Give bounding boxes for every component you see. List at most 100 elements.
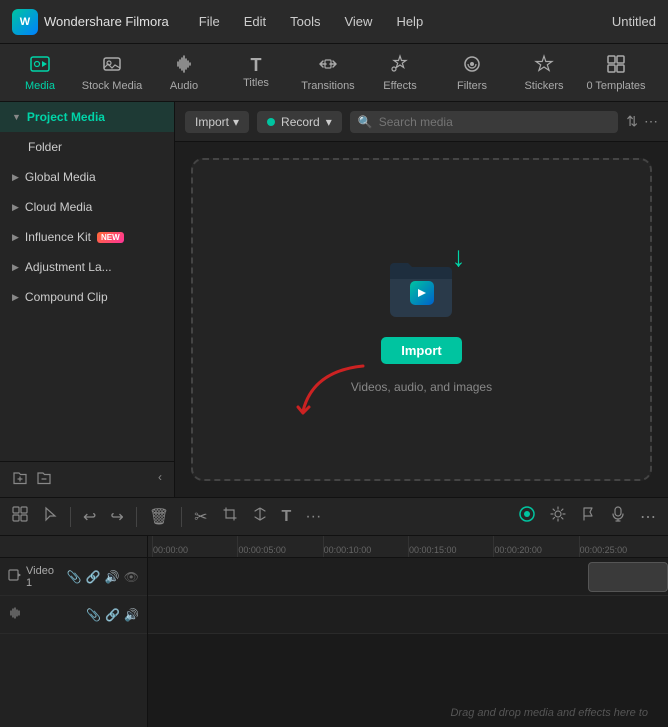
sidebar-global-media-label: Global Media — [25, 170, 96, 184]
import-button[interactable]: Import ▾ — [185, 111, 249, 133]
tl-separator-2 — [136, 507, 137, 527]
drop-zone-import-button[interactable]: Import — [381, 337, 461, 364]
sidebar-item-project-media[interactable]: ▼ Project Media — [0, 102, 174, 132]
motion-icon[interactable] — [514, 501, 540, 532]
app-name: Wondershare Filmora — [44, 14, 169, 29]
search-input[interactable] — [379, 115, 611, 129]
sidebar-item-adjustment[interactable]: ▶ Adjustment La... — [0, 252, 174, 282]
record-chevron-icon: ▾ — [326, 115, 332, 129]
menu-tools[interactable]: Tools — [280, 10, 330, 33]
effects-icon — [390, 54, 410, 77]
sidebar-item-folder[interactable]: Folder — [0, 132, 174, 162]
sidebar-influence-kit-label: Influence Kit — [25, 230, 91, 244]
record-dot-icon — [267, 118, 275, 126]
compound-clip-chevron: ▶ — [12, 292, 19, 303]
timeline-drop-hint: Drag and drop media and effects here to — [450, 707, 648, 719]
toolbar-titles[interactable]: T Titles — [220, 48, 292, 98]
arrow-indicator — [293, 361, 373, 424]
record-label: Record — [281, 115, 320, 129]
redo-icon[interactable]: ↪ — [106, 503, 127, 531]
sidebar-compound-clip-label: Compound Clip — [25, 290, 108, 304]
toolbar-stock-media[interactable]: Stock Media — [76, 48, 148, 98]
video-audio-icon[interactable]: 🔊 — [105, 570, 120, 584]
toolbar-filters[interactable]: Filters — [436, 48, 508, 98]
timeline-ruler: 00:00:00 00:00:05:00 00:00:10:00 00:00:1… — [148, 536, 668, 558]
video-track-icon — [8, 568, 22, 585]
logo-icon: W — [12, 9, 38, 35]
remove-folder-icon[interactable] — [36, 470, 52, 489]
sidebar-item-cloud-media[interactable]: ▶ Cloud Media — [0, 192, 174, 222]
project-media-chevron: ▼ — [12, 112, 21, 122]
toolbar-templates-label: 0 Templates — [586, 80, 645, 92]
audio-clip-icon[interactable]: 📎 — [86, 608, 101, 622]
video-link-icon[interactable]: 🔗 — [86, 570, 101, 584]
toolbar-transitions[interactable]: Transitions — [292, 48, 364, 98]
audio-link-icon[interactable]: 🔗 — [105, 608, 120, 622]
import-label: Import — [195, 115, 229, 129]
timeline-grid-icon[interactable] — [8, 502, 32, 531]
import-chevron-icon: ▾ — [233, 115, 239, 129]
toolbar-filters-label: Filters — [457, 80, 487, 92]
audio-mute-icon[interactable]: 🔊 — [124, 608, 139, 622]
delete-icon[interactable]: 🗑 — [145, 503, 173, 531]
ruler-mark-0: 00:00:00 — [152, 536, 237, 557]
menu-bar: File Edit Tools View Help — [189, 10, 612, 33]
main-area: ▼ Project Media Folder ▶ Global Media ▶ … — [0, 102, 668, 497]
content-area: Import ▾ Record ▾ 🔍 ⇅ ⋯ — [175, 102, 668, 497]
video-eye-icon[interactable]: 👁 — [124, 570, 139, 584]
menu-file[interactable]: File — [189, 10, 230, 33]
menu-edit[interactable]: Edit — [234, 10, 276, 33]
search-icon: 🔍 — [358, 115, 373, 129]
video-clip-icon[interactable]: 📎 — [67, 570, 82, 584]
timeline-cursor-icon[interactable] — [38, 502, 62, 531]
sidebar-item-influence-kit[interactable]: ▶ Influence Kit NEW — [0, 222, 174, 252]
download-arrow-icon: ↓ — [452, 241, 466, 273]
split-icon[interactable] — [248, 502, 272, 531]
title-bar: W Wondershare Filmora File Edit Tools Vi… — [0, 0, 668, 44]
timeline-area: ↩ ↪ 🗑 ✂ T ··· — [0, 497, 668, 727]
video-track-header: Video 1 📎 🔗 🔊 👁 — [0, 558, 147, 596]
flag-icon[interactable] — [576, 502, 600, 531]
toolbar-media[interactable]: Media — [4, 48, 76, 98]
timeline-more-icon[interactable]: ⋯ — [636, 503, 660, 531]
microphone-icon[interactable] — [606, 502, 630, 531]
toolbar-audio[interactable]: Audio — [148, 48, 220, 98]
sidebar-folder-label: Folder — [28, 140, 62, 154]
sidebar-collapse-icon[interactable]: ‹ — [158, 470, 162, 489]
sidebar-bottom: ‹ — [0, 461, 174, 497]
crop-icon[interactable] — [218, 502, 242, 531]
ruler-spacer — [0, 536, 147, 558]
more-options-icon[interactable]: ⋯ — [644, 113, 658, 130]
timeline-settings-icon[interactable] — [546, 502, 570, 531]
video-track-content[interactable] — [148, 558, 668, 596]
project-title: Untitled — [612, 14, 656, 29]
sidebar-adjustment-label: Adjustment La... — [25, 260, 112, 274]
toolbar-templates[interactable]: 0 Templates — [580, 48, 652, 98]
sort-icon[interactable]: ⇅ — [626, 113, 638, 130]
content-toolbar: Import ▾ Record ▾ 🔍 ⇅ ⋯ — [175, 102, 668, 142]
record-button[interactable]: Record ▾ — [257, 111, 342, 133]
toolbar-stickers-label: Stickers — [524, 80, 563, 92]
audio-track-header: 📎 🔗 🔊 — [0, 596, 147, 634]
tl-separator-1 — [70, 507, 71, 527]
sidebar-item-compound-clip[interactable]: ▶ Compound Clip — [0, 282, 174, 312]
adjustment-chevron: ▶ — [12, 262, 19, 273]
filters-icon — [462, 54, 482, 77]
toolbar-titles-label: Titles — [243, 77, 269, 89]
cut-icon[interactable]: ✂ — [190, 503, 211, 531]
more-timeline-icon[interactable]: ··· — [301, 504, 325, 530]
toolbar-stock-label: Stock Media — [82, 80, 143, 92]
menu-view[interactable]: View — [334, 10, 382, 33]
search-container: 🔍 — [350, 111, 619, 133]
audio-track-content[interactable] — [148, 596, 668, 634]
toolbar-stickers[interactable]: Stickers — [508, 48, 580, 98]
sidebar-item-global-media[interactable]: ▶ Global Media — [0, 162, 174, 192]
add-folder-icon[interactable] — [12, 470, 28, 489]
text-timeline-icon[interactable]: T — [278, 504, 296, 530]
toolbar-effects[interactable]: Effects — [364, 48, 436, 98]
menu-help[interactable]: Help — [386, 10, 433, 33]
video-track-controls: 📎 🔗 🔊 👁 — [67, 570, 139, 584]
undo-icon[interactable]: ↩ — [79, 503, 100, 531]
sidebar: ▼ Project Media Folder ▶ Global Media ▶ … — [0, 102, 175, 497]
audio-track-icon — [8, 606, 22, 623]
